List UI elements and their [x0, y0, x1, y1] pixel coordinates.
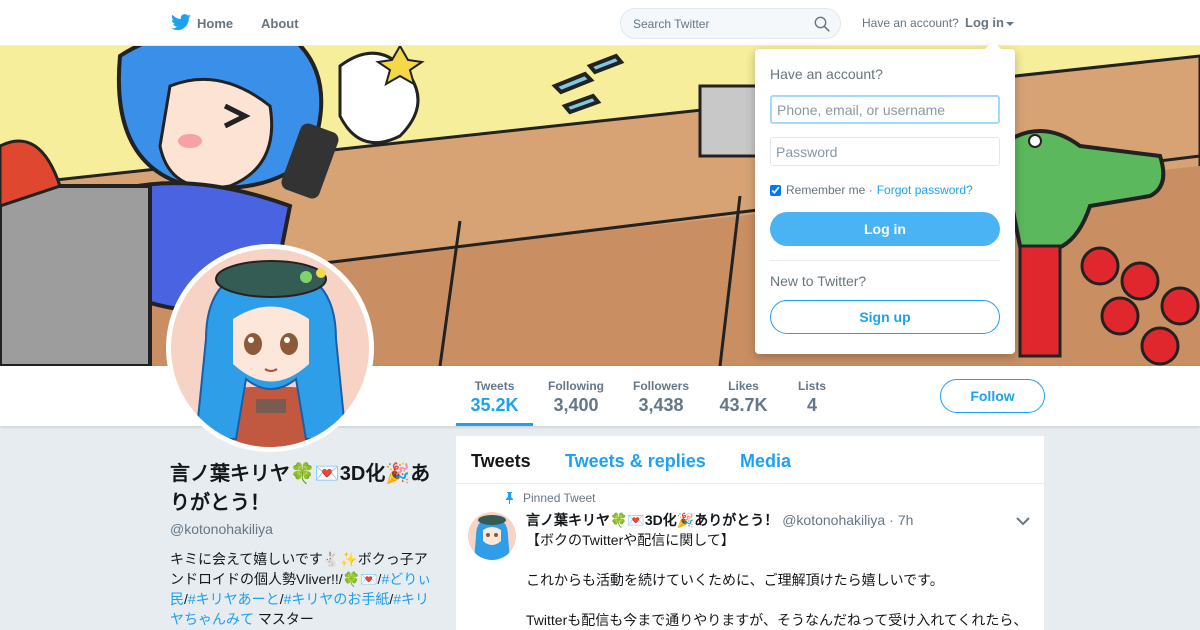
caret-down-icon [1006, 21, 1014, 26]
pinned-tweet-indicator: Pinned Tweet [504, 491, 596, 505]
bio-hashtag-2[interactable]: #キリヤあーと [188, 591, 280, 607]
stat-tweets-value: 35.2K [470, 395, 519, 415]
stat-lists-label: Lists [797, 379, 826, 393]
tweet-header: 言ノ葉キリヤ🍀💌3D化🎉ありがとう！ @kotonohakiliya · 7h [526, 510, 913, 530]
stat-following-value: 3,400 [553, 395, 599, 415]
tweet-text: 【ボクのTwitterや配信に関して】 これからも活動を続けていくために、ご理解… [526, 530, 1031, 630]
stat-likes-value: 43.7K [719, 395, 768, 415]
stat-followers-value: 3,438 [638, 395, 684, 415]
tweet-avatar-image [468, 512, 516, 560]
remember-me-row: Remember me · Forgot password? [770, 183, 973, 197]
have-account-text: Have an account? [862, 16, 959, 30]
password-field[interactable] [770, 137, 1000, 166]
nav-about-link[interactable]: About [261, 0, 299, 46]
username-field[interactable] [770, 95, 1000, 124]
login-button[interactable]: Log in [770, 212, 1000, 246]
signup-button[interactable]: Sign up [770, 300, 1000, 334]
tweet-avatar[interactable] [468, 512, 516, 560]
avatar-image [171, 249, 369, 447]
stat-tweets[interactable]: Tweets 35.2K [456, 366, 533, 426]
bio-hashtag-3[interactable]: #キリヤのお手紙 [284, 591, 390, 607]
login-dropdown-title: Have an account? [770, 66, 883, 82]
stat-lists-value: 4 [806, 395, 817, 415]
tab-tweets[interactable]: Tweets [471, 451, 531, 472]
timeline-tabs: Tweets Tweets & replies Media [456, 436, 1044, 484]
profile-bio: キミに会えて嬉しいです🐇✨ボクっ子アンドロイドの個人勢Vliver!!/🍀💌/#… [170, 549, 440, 629]
tweet-author-handle[interactable]: @kotonohakiliya [782, 512, 885, 528]
profile-avatar[interactable] [166, 244, 374, 452]
forgot-password-link[interactable]: Forgot password? [877, 183, 973, 197]
nav-about-label: About [261, 15, 299, 31]
tab-media[interactable]: Media [740, 451, 791, 472]
tweet-line-2: これからも活動を続けていくために、ご理解頂けたら嬉しいです。 [526, 572, 944, 588]
remember-separator: · [868, 183, 873, 197]
profile-card: 言ノ葉キリヤ🍀💌3D化🎉ありがとう！ @kotonohakiliya キミに会え… [170, 460, 440, 629]
stat-followers-label: Followers [632, 379, 689, 393]
login-toggle-label: Log in [965, 15, 1004, 30]
search-box [620, 8, 841, 39]
chevron-down-icon[interactable] [1016, 516, 1030, 526]
stat-following-label: Following [548, 379, 604, 393]
stat-likes-label: Likes [728, 379, 759, 393]
search-input[interactable] [633, 16, 803, 31]
bio-text-2: マスター [254, 611, 314, 627]
tweet-author-name[interactable]: 言ノ葉キリヤ🍀💌3D化🎉ありがとう！ [526, 512, 778, 528]
remember-me-checkbox[interactable] [770, 184, 781, 196]
search-icon[interactable] [814, 16, 830, 32]
stat-lists[interactable]: Lists 4 [794, 366, 830, 426]
nav-home-label: Home [197, 15, 234, 31]
twitter-bird-icon [171, 14, 191, 31]
new-to-twitter-text: New to Twitter? [770, 273, 867, 289]
remember-me-label[interactable]: Remember me [786, 183, 865, 197]
login-dropdown: Have an account? Remember me · Forgot pas… [755, 41, 1015, 354]
follow-button[interactable]: Follow [940, 379, 1045, 413]
stat-following[interactable]: Following 3,400 [545, 366, 607, 426]
tab-tweets-replies[interactable]: Tweets & replies [565, 451, 706, 472]
tweet-dot-separator: · [889, 512, 894, 528]
top-navigation-bar: Home About Have an account? Log in [0, 0, 1200, 46]
pin-icon [506, 492, 513, 504]
profile-name[interactable]: 言ノ葉キリヤ🍀💌3D化🎉ありがとう！ [170, 460, 440, 518]
tweet-line-3: Twitterも配信も今まで通りやりますが、そうなんだねって受け入れてくれたら、 [526, 612, 1028, 628]
profile-handle[interactable]: @kotonohakiliya [170, 521, 440, 537]
divider [770, 260, 1000, 261]
stat-tweets-label: Tweets [474, 379, 515, 393]
timeline: Tweets Tweets & replies Media Pinned Twe… [456, 436, 1044, 630]
login-dropdown-toggle[interactable]: Log in [965, 15, 1014, 30]
tweet-line-1: 【ボクのTwitterや配信に関して】 [526, 532, 735, 548]
pinned-label: Pinned Tweet [523, 491, 596, 505]
stat-likes[interactable]: Likes 43.7K [716, 366, 771, 426]
stat-followers[interactable]: Followers 3,438 [630, 366, 692, 426]
nav-home-link[interactable]: Home [170, 0, 233, 46]
tweet-timestamp[interactable]: 7h [898, 512, 914, 528]
